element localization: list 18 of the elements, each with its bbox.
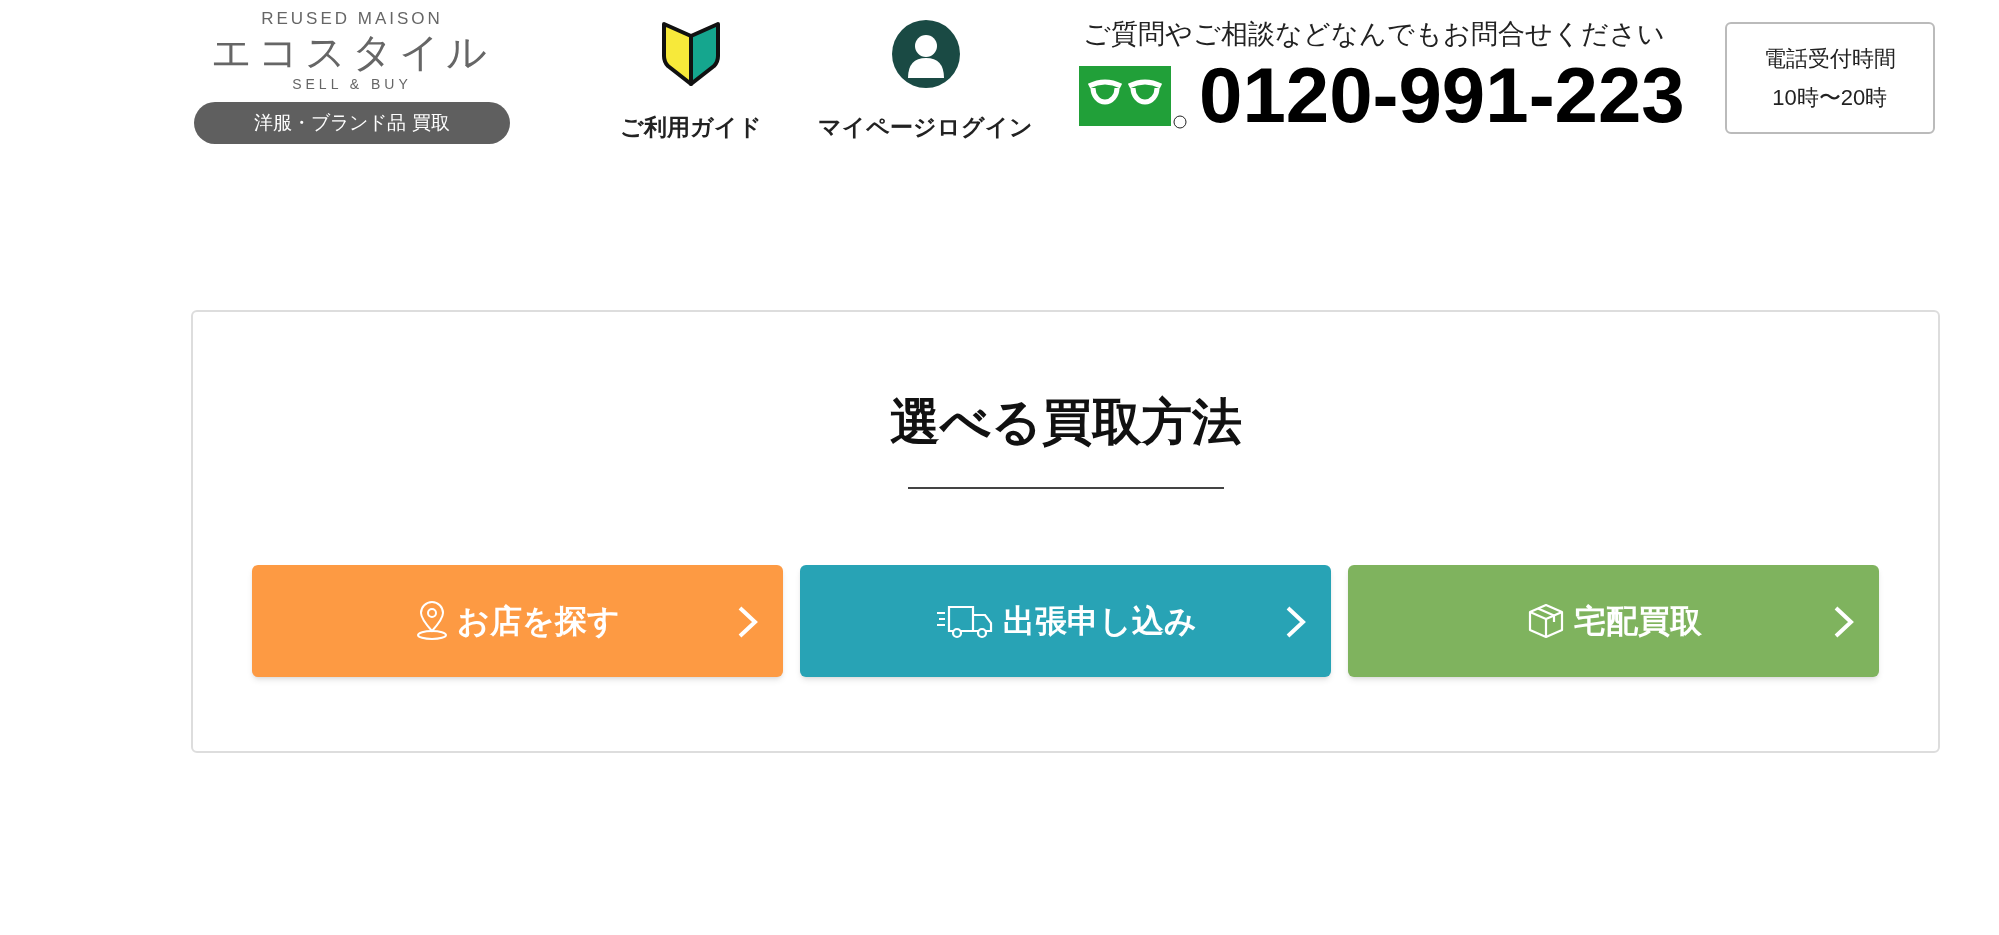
logo-subtitle: SELL & BUY	[292, 75, 412, 94]
beginner-mark-icon	[660, 20, 722, 88]
logo-text: エコスタイル	[211, 30, 493, 74]
chevron-right-icon	[737, 605, 759, 639]
freedial-icon	[1079, 66, 1187, 130]
section-title: 選べる買取方法	[889, 391, 1242, 453]
hours-text: 10時〜20時	[1772, 84, 1888, 112]
map-pin-icon	[415, 601, 449, 641]
chevron-right-icon	[1285, 605, 1307, 639]
logo-subtitle: REUSED MAISON	[261, 8, 443, 30]
phone-number-link[interactable]: 0120-991-223	[1199, 60, 1685, 130]
contact-lead: ご質問やご相談などなんでもお問合せください	[1083, 18, 1666, 50]
tagline-badge: 洋服・ブランド品 買取	[194, 102, 510, 144]
user-icon	[891, 20, 960, 88]
nav-link[interactable]: マイページログイン	[818, 20, 1033, 145]
hours-title: 電話受付時間	[1763, 45, 1896, 73]
chevron-right-icon	[1833, 605, 1855, 639]
nav-link[interactable]: ご利用ガイド	[620, 20, 762, 145]
